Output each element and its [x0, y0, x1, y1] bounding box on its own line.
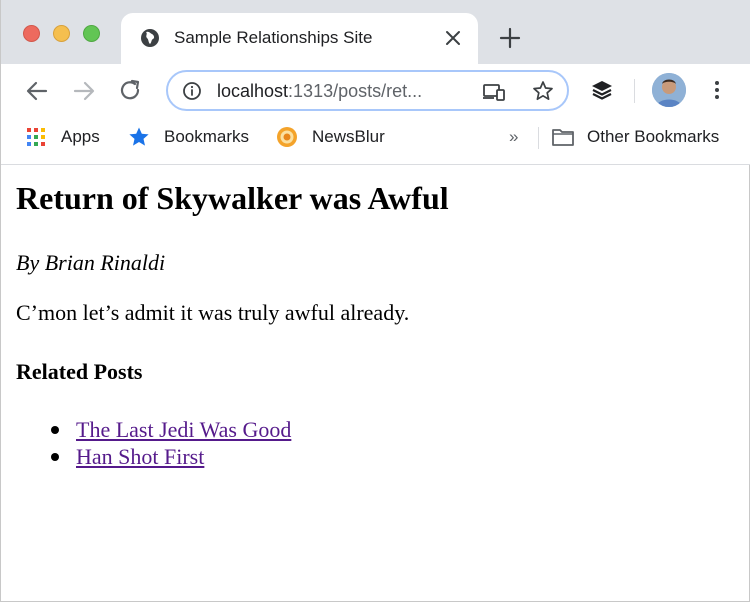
address-bar[interactable]: localhost:1313/posts/ret... — [166, 70, 569, 111]
maximize-window-button[interactable] — [83, 25, 100, 42]
tab-active[interactable]: Sample Relationships Site — [121, 13, 478, 64]
layers-extension-icon[interactable] — [590, 78, 614, 102]
info-icon[interactable] — [182, 81, 202, 101]
apps-grid-icon — [27, 128, 45, 146]
related-post-link[interactable]: The Last Jedi Was Good — [76, 417, 291, 442]
related-post-link[interactable]: Han Shot First — [76, 444, 204, 469]
tab-title: Sample Relationships Site — [174, 28, 373, 47]
list-item: Han Shot First — [16, 443, 291, 470]
list-item: The Last Jedi Was Good — [16, 416, 291, 443]
bookmark-apps[interactable]: Apps — [25, 117, 100, 157]
newsblur-icon — [277, 127, 297, 147]
profile-photo-icon — [652, 73, 686, 107]
bookmark-apps-label: Apps — [61, 127, 100, 146]
bookmarks-overflow-button[interactable]: » — [509, 127, 518, 147]
page-title: Return of Skywalker was Awful — [16, 180, 449, 216]
post-body: C’mon let’s admit it was truly awful alr… — [16, 300, 410, 325]
bookmark-bookmarks-label: Bookmarks — [164, 127, 250, 146]
bullet — [51, 426, 59, 434]
folder-icon — [552, 129, 574, 146]
close-tab-icon[interactable] — [443, 28, 463, 48]
page-content: Return of Skywalker was Awful By Brian R… — [1, 166, 749, 601]
bookmarks-bar: Apps Bookmarks NewsBlur » Other Bookmark… — [1, 117, 750, 165]
more-menu-icon[interactable] — [707, 78, 727, 102]
browser-toolbar: localhost:1313/posts/ret... — [1, 64, 750, 117]
back-arrow-icon[interactable] — [24, 78, 50, 104]
browser-window: Sample Relationships Site localhost:1313… — [0, 0, 750, 602]
bookmark-bookmarks[interactable]: Bookmarks — [128, 117, 249, 157]
related-posts-list: The Last Jedi Was Good Han Shot First — [16, 416, 291, 470]
bookmark-other-label: Other Bookmarks — [587, 127, 720, 146]
url-host: localhost — [217, 81, 289, 101]
bookmark-other[interactable]: Other Bookmarks — [551, 117, 719, 157]
url-text[interactable]: localhost:1313/posts/ret... — [217, 81, 422, 102]
install-devices-icon[interactable] — [482, 82, 506, 102]
bookmark-star-icon[interactable] — [532, 80, 554, 102]
toolbar-divider — [634, 79, 635, 103]
post-byline: By Brian Rinaldi — [16, 250, 166, 275]
star-icon — [129, 127, 149, 146]
reload-icon[interactable] — [118, 78, 144, 104]
bookmarks-divider — [538, 127, 539, 149]
bookmark-newsblur[interactable]: NewsBlur — [276, 117, 385, 157]
globe-icon — [141, 29, 159, 47]
forward-arrow-icon[interactable] — [71, 78, 97, 104]
minimize-window-button[interactable] — [53, 25, 70, 42]
bullet — [51, 453, 59, 461]
tab-strip: Sample Relationships Site — [1, 0, 750, 64]
bookmark-newsblur-label: NewsBlur — [312, 127, 385, 146]
close-window-button[interactable] — [23, 25, 40, 42]
related-posts-heading: Related Posts — [16, 359, 143, 384]
avatar[interactable] — [652, 73, 686, 107]
url-path: :1313/posts/ret... — [288, 81, 423, 101]
new-tab-icon[interactable] — [499, 27, 521, 49]
